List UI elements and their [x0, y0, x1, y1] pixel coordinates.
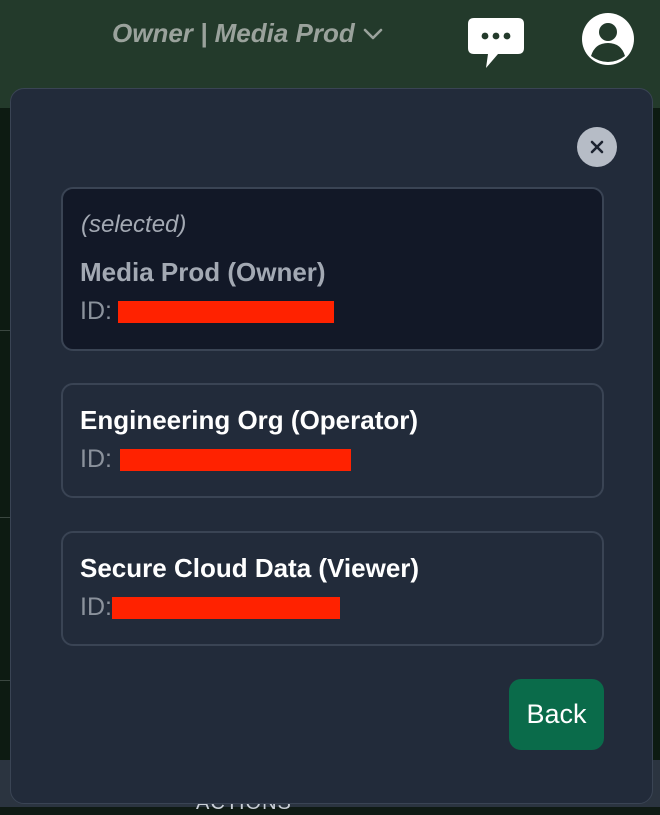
- selected-note: (selected): [81, 211, 187, 238]
- org-card-engineering-org[interactable]: Engineering Org (Operator) ID:: [61, 383, 604, 498]
- redacted-id: [111, 596, 340, 619]
- org-card-media-prod[interactable]: (selected) Media Prod (Owner) ID:: [61, 187, 604, 351]
- org-name: Secure Cloud Data (Viewer): [80, 553, 420, 583]
- chat-bubble-icon: [468, 18, 524, 68]
- account-button[interactable]: [581, 12, 635, 66]
- org-id: ID:: [80, 593, 340, 622]
- org-name: Media Prod (Owner): [80, 257, 326, 287]
- org-switcher-label: Owner | Media Prod: [112, 17, 355, 48]
- back-button[interactable]: Back: [509, 679, 604, 750]
- org-id-label: ID:: [80, 445, 112, 473]
- redacted-id: [117, 300, 334, 323]
- org-id-label: ID:: [80, 593, 112, 621]
- org-switcher-modal: (selected) Media Prod (Owner) ID: Engine…: [10, 88, 653, 804]
- chevron-down-icon: [363, 28, 383, 40]
- redacted-id: [119, 448, 351, 471]
- org-id: ID:: [80, 297, 334, 326]
- org-card-secure-cloud-data[interactable]: Secure Cloud Data (Viewer) ID:: [61, 531, 604, 646]
- user-avatar-icon: [582, 13, 634, 65]
- close-icon: [590, 140, 604, 154]
- org-id-label: ID:: [80, 297, 112, 325]
- org-name: Engineering Org (Operator): [80, 405, 419, 435]
- org-id: ID:: [80, 445, 351, 474]
- org-switcher[interactable]: Owner | Media Prod: [112, 16, 383, 50]
- chat-button[interactable]: [466, 14, 526, 70]
- close-button[interactable]: [577, 127, 617, 167]
